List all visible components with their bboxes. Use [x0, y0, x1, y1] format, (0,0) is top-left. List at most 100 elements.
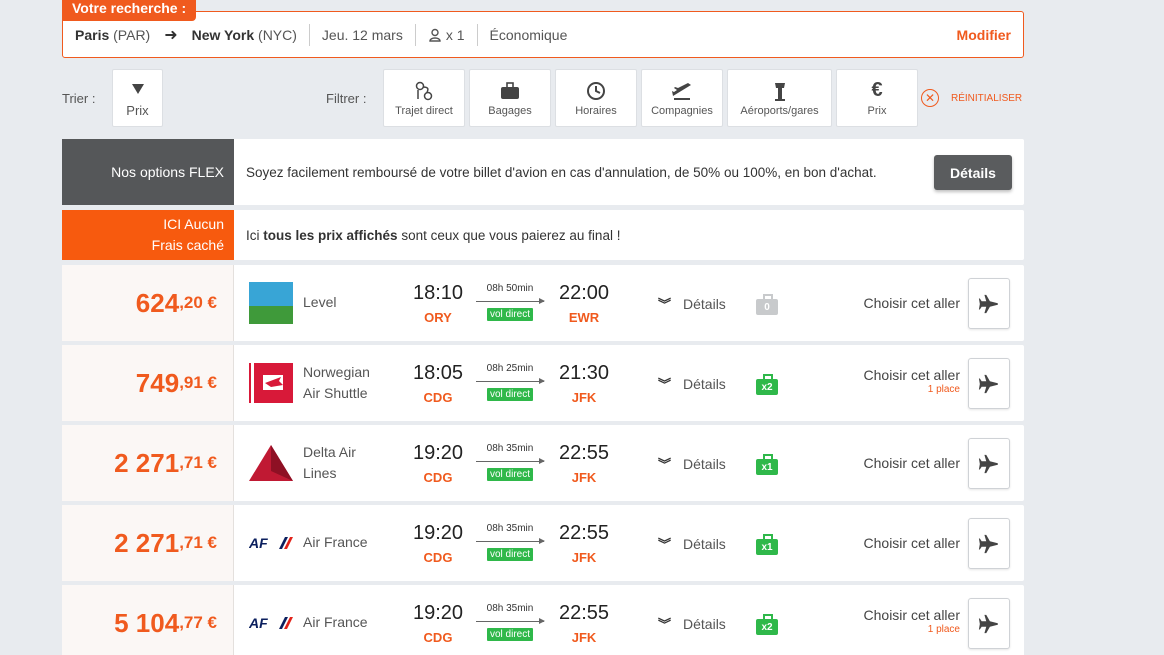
duration: 08h 35min vol direct — [474, 443, 546, 482]
arrival-airport: EWR — [568, 310, 600, 325]
air-france-logo-icon: AF — [249, 536, 293, 550]
person-icon — [429, 28, 441, 42]
destination: New York (NYC) — [192, 27, 297, 43]
price-decimal: ,77 € — [179, 613, 217, 632]
fee-banner-text: Ici tous les prix affichés sont ceux que… — [234, 210, 1024, 260]
filter-label-schedule: Horaires — [575, 104, 617, 117]
duration-arrow — [476, 538, 545, 544]
baggage-icon: 0 — [756, 294, 778, 315]
sort-price-button[interactable]: Prix — [112, 69, 163, 127]
baggage-count: 0 — [756, 294, 778, 315]
flex-details-button[interactable]: Détails — [934, 155, 1012, 190]
airline-name: Air France — [303, 612, 403, 633]
airplane-icon — [978, 534, 998, 553]
filter-label-airlines: Compagnies — [651, 104, 713, 117]
baggage-count: x1 — [756, 454, 778, 475]
arrival-time: 21:30 — [558, 362, 610, 384]
details-label: Détails — [683, 535, 726, 552]
passenger-count: x 1 — [445, 26, 465, 43]
filter-airports[interactable]: Aéroports/gares — [727, 69, 832, 127]
flight-details-toggle[interactable]: ︾ Détails — [658, 534, 726, 553]
choose-outbound: Choisir cet aller — [864, 534, 960, 552]
fee-banner-title: ICI Aucun Frais caché — [62, 210, 234, 260]
departure-time: 18:05 — [412, 362, 464, 384]
choose-label: Choisir cet aller — [863, 607, 960, 623]
modify-search-button[interactable]: Modifier — [957, 27, 1011, 43]
airline-name-line2: Air Shuttle — [303, 385, 368, 401]
airplane-icon — [978, 294, 998, 313]
select-flight-button[interactable] — [968, 518, 1010, 569]
chevron-double-down-icon: ︾ — [658, 617, 671, 632]
departure-airport: CDG — [423, 470, 453, 485]
flight-row: 2 271,71 € AF Air France 19:20 CDG 08h 35… — [62, 505, 1024, 581]
triangle-down-icon — [131, 78, 145, 100]
separator — [476, 23, 478, 46]
destination-city: New York — [191, 26, 255, 43]
fee-title-line2: Frais caché — [151, 237, 224, 253]
departure: 18:10 ORY — [408, 281, 468, 327]
duration-text: 08h 50min — [486, 283, 534, 294]
seats-left: 1 place — [927, 624, 960, 635]
arrival-time: 22:00 — [558, 282, 610, 304]
price: 5 104,77 € — [62, 585, 234, 655]
flight-row: 749,91 € Norwegian Air Shuttle 18:05 CDG 0… — [62, 345, 1024, 421]
suitcase-icon — [500, 80, 520, 102]
select-flight-button[interactable] — [968, 598, 1010, 649]
arrival: 22:55 JFK — [554, 441, 614, 487]
choose-label: Choisir cet aller — [863, 295, 960, 311]
route-icon — [415, 80, 433, 102]
airplane-icon — [978, 454, 998, 473]
filter-baggage[interactable]: Bagages — [469, 69, 551, 127]
destination-code: (NYC) — [258, 26, 297, 43]
filter-label-baggage: Bagages — [488, 104, 532, 117]
filter-direct[interactable]: Trajet direct — [383, 69, 465, 127]
departure-time: 19:20 — [412, 442, 464, 464]
reset-filters-button[interactable]: ✕ RÉINITIALISER — [921, 89, 1022, 107]
flex-banner: Nos options FLEX Soyez facilement rembou… — [62, 139, 1024, 205]
price-decimal: ,91 € — [179, 373, 217, 392]
chevron-double-down-icon: ︾ — [658, 457, 671, 472]
chevron-double-down-icon: ︾ — [658, 377, 671, 392]
filter-price[interactable]: € Prix — [836, 69, 918, 127]
flight-details-toggle[interactable]: ︾ Détails — [658, 294, 726, 313]
filter-label-airports: Aéroports/gares — [740, 104, 819, 117]
arrival-time: 22:55 — [558, 442, 610, 464]
details-label: Détails — [683, 375, 726, 392]
direct-badge: vol direct — [486, 468, 533, 481]
arrival-airport: JFK — [571, 630, 597, 645]
departure: 19:20 CDG — [408, 521, 468, 567]
level-logo-icon — [249, 282, 293, 324]
airline-logo — [249, 441, 293, 485]
select-flight-button[interactable] — [968, 438, 1010, 489]
arrival-time: 22:55 — [558, 522, 610, 544]
departure: 18:05 CDG — [408, 361, 468, 407]
duration: 08h 35min vol direct — [474, 523, 546, 562]
details-label: Détails — [683, 295, 726, 312]
flex-banner-text: Soyez facilement remboursé de votre bill… — [246, 164, 877, 180]
flight-details-toggle[interactable]: ︾ Détails — [658, 614, 726, 633]
sort-value: Prix — [126, 103, 149, 118]
departure-time: 19:20 — [412, 522, 464, 544]
chevron-double-down-icon: ︾ — [658, 537, 671, 552]
choose-outbound: Choisir cet aller — [864, 294, 960, 312]
airline-name-line1: Air France — [303, 614, 368, 630]
filter-label-direct: Trajet direct — [395, 104, 453, 117]
price: 2 271,71 € — [62, 425, 234, 501]
filter-airlines[interactable]: Compagnies — [641, 69, 723, 127]
no-hidden-fee-banner: ICI Aucun Frais caché Ici tous les prix a… — [62, 210, 1024, 260]
flight-details-toggle[interactable]: ︾ Détails — [658, 454, 726, 473]
choose-outbound: Choisir cet aller — [864, 454, 960, 472]
airplane-icon — [978, 374, 998, 393]
select-flight-button[interactable] — [968, 278, 1010, 329]
filter-schedule[interactable]: Horaires — [555, 69, 637, 127]
arrival: 21:30 JFK — [554, 361, 614, 407]
duration-arrow — [476, 458, 545, 464]
flight-details-toggle[interactable]: ︾ Détails — [658, 374, 726, 393]
norwegian-logo-icon — [249, 363, 293, 403]
select-flight-button[interactable] — [968, 358, 1010, 409]
direct-badge: vol direct — [486, 548, 533, 561]
flex-banner-title: Nos options FLEX — [62, 139, 234, 205]
direct-badge: vol direct — [486, 628, 533, 641]
choose-label: Choisir cet aller — [863, 455, 960, 471]
passengers: x 1 — [428, 27, 465, 43]
